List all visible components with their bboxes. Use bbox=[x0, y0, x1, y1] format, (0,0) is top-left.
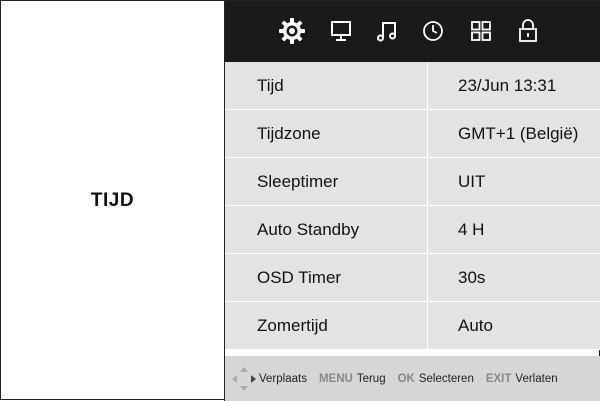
ok-key: OK bbox=[397, 372, 415, 385]
setting-value: 4 H bbox=[458, 219, 485, 239]
setting-value: 30s bbox=[458, 267, 486, 287]
setting-label: Sleeptimer bbox=[225, 158, 428, 205]
setting-row-tijd[interactable]: Tijd 23/Jun 13:31 bbox=[225, 62, 600, 110]
grid-icon[interactable] bbox=[466, 15, 496, 47]
music-note-icon[interactable] bbox=[372, 15, 402, 47]
page-title: TIJD bbox=[90, 190, 135, 211]
clock-icon[interactable] bbox=[418, 15, 448, 47]
move-hint: Verplaats bbox=[259, 372, 307, 385]
menu-hint: Terug bbox=[356, 372, 386, 385]
left-panel: TIJD bbox=[1, 1, 225, 401]
menu-key: MENU bbox=[318, 372, 353, 385]
menu-icon-bar bbox=[225, 1, 600, 62]
exit-hint: Verlaten bbox=[515, 372, 558, 385]
setting-value: 23/Jun 13:31 bbox=[458, 75, 557, 95]
setting-row-tijdzone[interactable]: Tijdzone GMT+1 (België) bbox=[225, 110, 600, 158]
setting-value: UIT bbox=[458, 171, 486, 191]
setting-label: OSD Timer bbox=[225, 254, 428, 301]
monitor-icon[interactable] bbox=[326, 15, 356, 47]
ok-hint: Selecteren bbox=[418, 372, 474, 385]
setting-label: Zomertijd bbox=[225, 302, 428, 349]
key-hint-bar: Verplaats MENU Terug OK Selecteren EXIT … bbox=[225, 356, 600, 401]
lock-icon[interactable] bbox=[513, 15, 543, 47]
setting-label: Tijdzone bbox=[225, 110, 428, 157]
dpad-icon bbox=[229, 364, 259, 394]
settings-panel: Tijd 23/Jun 13:31 Tijdzone GMT+1 (België… bbox=[225, 1, 600, 401]
setting-value: GMT+1 (België) bbox=[458, 123, 579, 143]
settings-gear-icon[interactable] bbox=[277, 15, 307, 47]
setting-row-sleeptimer[interactable]: Sleeptimer UIT bbox=[225, 158, 600, 206]
setting-label: Auto Standby bbox=[225, 206, 428, 253]
osd-window: TIJD Tijd 23/Jun 13:31 Tijdzone GMT+1 (B… bbox=[0, 0, 600, 401]
setting-row-osd-timer[interactable]: OSD Timer 30s bbox=[225, 254, 600, 302]
exit-key: EXIT bbox=[485, 372, 512, 385]
setting-row-zomertijd[interactable]: Zomertijd Auto bbox=[225, 302, 600, 350]
setting-value: Auto bbox=[458, 315, 493, 335]
setting-row-auto-standby[interactable]: Auto Standby 4 H bbox=[225, 206, 600, 254]
settings-list: Tijd 23/Jun 13:31 Tijdzone GMT+1 (België… bbox=[225, 62, 600, 350]
setting-label: Tijd bbox=[225, 62, 428, 109]
